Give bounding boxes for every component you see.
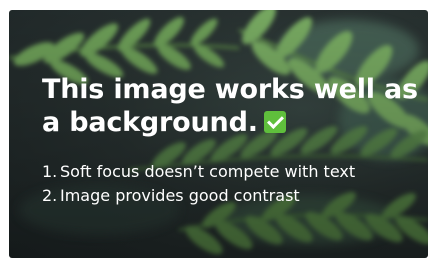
background-image-card: This image works well as a background. 1… — [9, 10, 428, 258]
list-item-number: 2. — [42, 186, 58, 205]
list-item: 1. Soft focus doesn’t compete with text — [42, 160, 355, 184]
headline-line-2-text: a background. — [42, 107, 258, 138]
list-item-text: Soft focus doesn’t compete with text — [60, 162, 356, 181]
list-item-text: Image provides good contrast — [60, 186, 300, 205]
headline-line-2: a background. — [42, 106, 422, 139]
white-heavy-check-mark-icon — [263, 111, 286, 133]
headline-line-1: This image works well as — [42, 74, 418, 105]
headline: This image works well as a background. — [42, 73, 422, 139]
overlay-text: This image works well as a background. 1… — [9, 10, 428, 258]
list-item: 2. Image provides good contrast — [42, 184, 355, 208]
list-item-number: 1. — [42, 162, 58, 181]
benefits-list: 1. Soft focus doesn’t compete with text 2… — [42, 160, 355, 208]
